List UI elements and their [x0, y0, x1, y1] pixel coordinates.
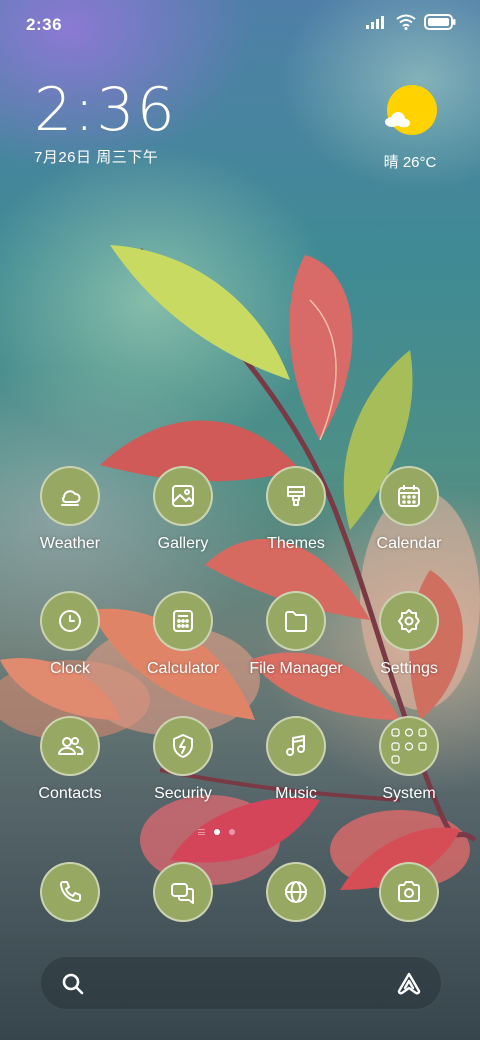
- app-contacts[interactable]: Contacts: [14, 716, 126, 803]
- music-icon: [266, 716, 326, 776]
- app-label: Calendar: [376, 535, 442, 552]
- search-icon[interactable]: [61, 972, 85, 1001]
- sun-cloud-icon: [382, 85, 438, 144]
- app-settings[interactable]: Settings: [353, 591, 465, 678]
- phone-icon: [40, 862, 100, 922]
- folder-system[interactable]: System: [353, 716, 465, 803]
- app-file-manager[interactable]: File Manager: [240, 591, 352, 678]
- calendar-icon: [379, 466, 439, 526]
- gallery-icon: [153, 466, 213, 526]
- status-time: 2:36: [26, 15, 63, 34]
- app-security[interactable]: Security: [127, 716, 239, 803]
- dock-messages[interactable]: [127, 862, 239, 922]
- app-label: Clock: [49, 660, 90, 677]
- signal-icon: [366, 15, 388, 34]
- status-icons: [366, 14, 456, 35]
- app-label: Contacts: [38, 785, 102, 802]
- widget-date: 7月26日 周三下午: [34, 149, 159, 166]
- themes-icon: [266, 466, 326, 526]
- folder-icon: [266, 591, 326, 651]
- app-calendar[interactable]: Calendar: [353, 466, 465, 553]
- shield-icon: [153, 716, 213, 776]
- dock-phone[interactable]: [14, 862, 126, 922]
- app-label: Gallery: [157, 535, 209, 552]
- app-music[interactable]: Music: [240, 716, 352, 803]
- app-themes[interactable]: Themes: [240, 466, 352, 553]
- status-bar: 2:36: [0, 0, 480, 50]
- app-label: File Manager: [249, 660, 343, 677]
- gear-icon: [379, 591, 439, 651]
- dock-browser[interactable]: [240, 862, 352, 922]
- page-dot: [229, 829, 235, 835]
- wifi-icon: [396, 14, 416, 35]
- app-label: Weather: [39, 535, 101, 552]
- widget-time: 2:36: [34, 75, 177, 145]
- battery-icon: [424, 14, 456, 35]
- search-bar[interactable]: [40, 956, 442, 1010]
- contacts-icon: [40, 716, 100, 776]
- page-indicator[interactable]: [198, 829, 235, 835]
- clock-icon: [40, 591, 100, 651]
- weather-text: 晴 26°C: [383, 154, 437, 171]
- app-label: Calculator: [146, 660, 220, 677]
- app-label: Music: [275, 785, 317, 802]
- weather-widget[interactable]: 晴 26°C: [370, 84, 450, 172]
- browser-icon: [266, 862, 326, 922]
- app-label: System: [382, 785, 436, 802]
- messages-icon: [153, 862, 213, 922]
- folder-grid-icon: [379, 716, 439, 776]
- dock-camera[interactable]: [353, 862, 465, 922]
- app-calculator[interactable]: Calculator: [127, 591, 239, 678]
- camera-icon: [379, 862, 439, 922]
- clock-widget[interactable]: 2:36 7月26日 周三下午: [34, 78, 234, 167]
- app-label: Settings: [380, 660, 438, 677]
- app-clock[interactable]: Clock: [14, 591, 126, 678]
- app-label: Security: [154, 785, 212, 802]
- calculator-icon: [153, 591, 213, 651]
- app-weather[interactable]: Weather: [14, 466, 126, 553]
- app-gallery[interactable]: Gallery: [127, 466, 239, 553]
- page-dot-active: [214, 829, 220, 835]
- page-list-indicator: [198, 829, 205, 835]
- weather-icon: [40, 466, 100, 526]
- app-label: Themes: [267, 535, 325, 552]
- assistant-icon[interactable]: [395, 971, 423, 1002]
